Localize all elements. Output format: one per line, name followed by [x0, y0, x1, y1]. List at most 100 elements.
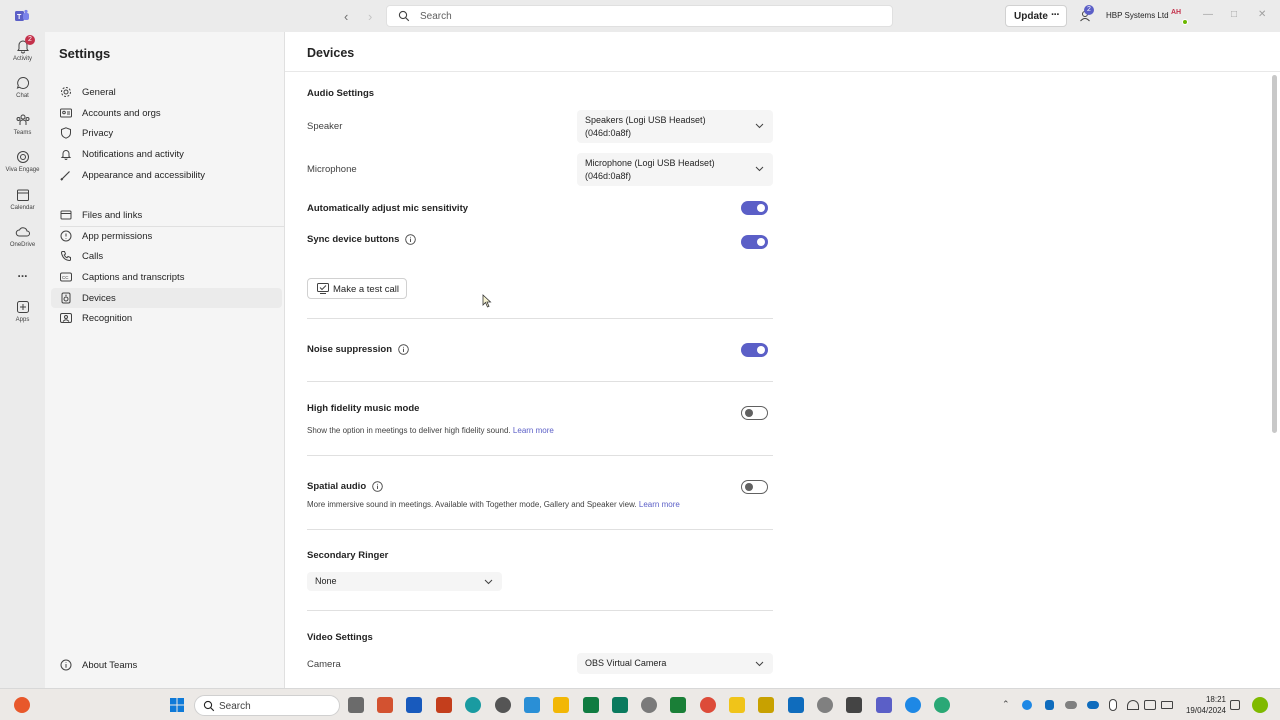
edge-dev-icon[interactable]: [934, 697, 950, 713]
spatial-toggle[interactable]: [741, 480, 768, 494]
camera-dropdown[interactable]: OBS Virtual Camera: [577, 653, 773, 674]
org-name[interactable]: HBP Systems Ltd: [1106, 11, 1169, 20]
app-rail: 2 Activity Chat Teams Viva Engage Calend…: [0, 32, 45, 688]
publisher-icon[interactable]: [670, 697, 686, 713]
menu-item-recognition[interactable]: Recognition: [51, 308, 282, 328]
hifi-learn-more-link[interactable]: Learn more: [513, 426, 554, 435]
scrollbar[interactable]: [1272, 75, 1277, 433]
minimize-icon[interactable]: —: [1203, 9, 1213, 20]
update-button[interactable]: Update ···: [1005, 5, 1067, 27]
clock[interactable]: 18:21 19/04/2024: [1184, 694, 1226, 716]
tray-icon[interactable]: [1022, 700, 1032, 710]
devices-panel: Devices Audio Settings Speaker Speakers …: [285, 32, 1280, 688]
task-view-icon[interactable]: [348, 697, 364, 713]
menu-item-files[interactable]: Files and links: [51, 205, 282, 225]
app-icon[interactable]: [495, 697, 511, 713]
edge-icon[interactable]: [465, 697, 481, 713]
search-input[interactable]: Search: [386, 5, 893, 27]
copilot-icon[interactable]: [1252, 697, 1268, 713]
auto-mic-toggle[interactable]: [741, 201, 768, 215]
maximize-icon[interactable]: □: [1231, 9, 1237, 20]
menu-item-general[interactable]: General: [51, 82, 282, 102]
battery-icon[interactable]: [1161, 701, 1173, 709]
menu-item-calls[interactable]: Calls: [51, 246, 282, 266]
microphone-value: Microphone (Logi USB Headset) (046d:0a8f…: [585, 158, 715, 181]
noise-toggle[interactable]: [741, 343, 768, 357]
powerpoint-icon[interactable]: [436, 697, 452, 713]
menu-item-devices[interactable]: Devices: [51, 288, 282, 308]
info-icon[interactable]: [405, 234, 416, 245]
rail-item-viva-engage[interactable]: Viva Engage: [0, 149, 45, 173]
spatial-desc-text: More immersive sound in meetings. Availa…: [307, 500, 637, 509]
presence-status-dot: [1182, 19, 1188, 25]
chevron-up-icon[interactable]: ⌃: [1002, 699, 1010, 710]
info-icon[interactable]: [372, 481, 383, 492]
file-explorer-icon[interactable]: [553, 697, 569, 713]
maps-icon[interactable]: [641, 697, 657, 713]
rail-item-onedrive[interactable]: OneDrive: [0, 224, 45, 248]
outlook-icon[interactable]: [788, 697, 804, 713]
make-test-call-button[interactable]: Make a test call: [307, 278, 407, 299]
paintbrush-icon: [60, 171, 70, 181]
rail-label: Teams: [13, 130, 32, 136]
rail-item-chat[interactable]: Chat: [0, 75, 45, 99]
spatial-row: Spatial audio: [307, 481, 383, 492]
rail-item-apps[interactable]: Apps: [0, 299, 45, 323]
secondary-ringer-dropdown[interactable]: None: [307, 572, 502, 591]
menu-item-captions[interactable]: CC Captions and transcripts: [51, 267, 282, 287]
info-icon[interactable]: [397, 344, 409, 355]
sync-buttons-toggle[interactable]: [741, 235, 768, 249]
more-options-icon[interactable]: ···: [1051, 9, 1060, 21]
cloud-icon: [15, 227, 30, 237]
phone-icon: [60, 251, 71, 262]
onedrive-icon[interactable]: [1087, 701, 1099, 709]
rail-item-activity[interactable]: 2 Activity: [0, 35, 45, 62]
rail-item-teams[interactable]: Teams: [0, 112, 45, 136]
teams-taskbar-icon[interactable]: [876, 697, 892, 713]
start-icon[interactable]: [169, 697, 185, 713]
remote-desktop-icon[interactable]: [524, 697, 540, 713]
toggle-knob: [757, 346, 765, 354]
cloud-icon[interactable]: [1065, 701, 1077, 709]
settings-icon[interactable]: [817, 697, 833, 713]
rail-item-calendar[interactable]: Calendar: [0, 187, 45, 211]
microphone-icon[interactable]: [1109, 699, 1117, 711]
project-icon[interactable]: [612, 697, 628, 713]
shield-icon: [61, 127, 71, 139]
back-arrow-icon[interactable]: ‹: [344, 9, 348, 24]
taskbar-search-input[interactable]: Search: [194, 695, 340, 716]
snipping-tool-icon[interactable]: [377, 697, 393, 713]
wifi-icon[interactable]: [1127, 700, 1139, 710]
svg-text:CC: CC: [62, 275, 69, 280]
microphone-dropdown[interactable]: Microphone (Logi USB Headset) (046d:0a8f…: [577, 153, 773, 186]
chrome-icon[interactable]: [700, 697, 716, 713]
menu-item-notifications[interactable]: Notifications and activity: [51, 144, 282, 164]
bluetooth-icon[interactable]: [1045, 700, 1054, 710]
menu-item-appearance[interactable]: Appearance and accessibility: [51, 165, 282, 185]
menu-item-app-permissions[interactable]: App permissions: [51, 226, 282, 246]
menu-item-privacy[interactable]: Privacy: [51, 123, 282, 143]
search-icon: [203, 700, 215, 712]
sticky-notes-icon[interactable]: [758, 697, 774, 713]
excel-icon[interactable]: [583, 697, 599, 713]
word-icon[interactable]: [406, 697, 422, 713]
weather-icon[interactable]: [14, 697, 30, 713]
speaker-dropdown[interactable]: Speakers (Logi USB Headset) (046d:0a8f): [577, 110, 773, 143]
rail-item-more[interactable]: ...: [0, 266, 45, 280]
app-icon[interactable]: [846, 697, 862, 713]
recognition-icon: [60, 313, 72, 323]
forward-arrow-icon[interactable]: ›: [368, 9, 372, 24]
menu-item-about[interactable]: About Teams: [51, 655, 282, 675]
avatar[interactable]: AH: [1171, 9, 1188, 25]
spatial-learn-more-link[interactable]: Learn more: [639, 500, 680, 509]
hifi-toggle[interactable]: [741, 406, 768, 420]
close-icon[interactable]: ✕: [1258, 9, 1266, 20]
notifications-icon[interactable]: [1230, 700, 1240, 710]
power-bi-icon[interactable]: [729, 697, 745, 713]
volume-icon[interactable]: [1144, 700, 1156, 710]
activity-badge: 2: [25, 35, 35, 45]
teams-logo-icon[interactable]: T: [14, 8, 30, 24]
menu-item-accounts[interactable]: Accounts and orgs: [51, 103, 282, 123]
app-icon[interactable]: [905, 697, 921, 713]
divider: [307, 529, 773, 530]
